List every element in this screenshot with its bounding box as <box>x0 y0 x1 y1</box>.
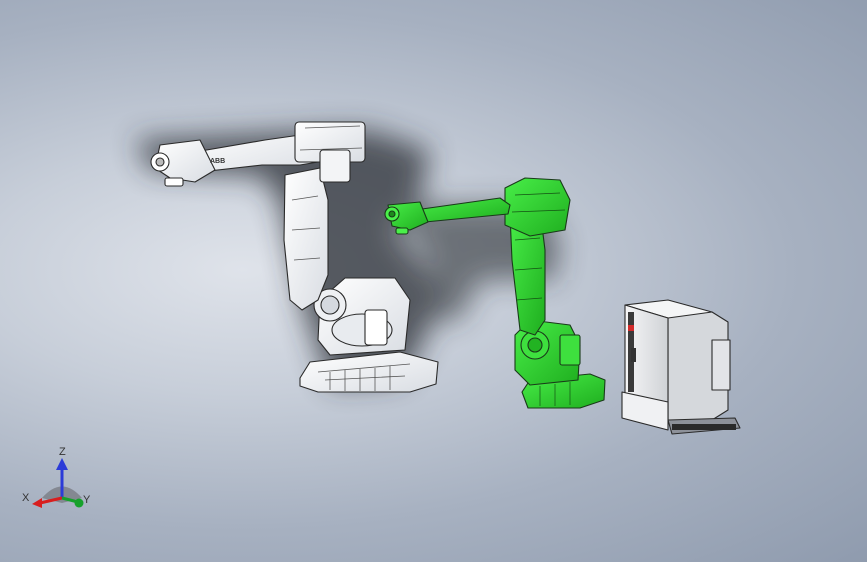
orientation-triad: Z X Y <box>22 446 91 508</box>
controller-cabinet[interactable] <box>621 299 741 435</box>
x-axis-label: X <box>22 492 30 504</box>
z-axis-label: Z <box>59 446 66 458</box>
graphics-viewport[interactable]: ABB Z X Y <box>0 0 867 562</box>
scene-canvas[interactable]: ABB Z X Y <box>0 0 867 562</box>
cabinet-handle[interactable] <box>631 348 636 362</box>
green-robot-upper-housing <box>504 177 571 237</box>
cabinet-emergency-button[interactable] <box>628 325 634 331</box>
x-axis-arrow-icon <box>32 498 42 508</box>
y-axis-label: Y <box>83 494 91 506</box>
z-axis-arrow-icon <box>56 458 68 470</box>
white-robot-logo: ABB <box>210 158 225 165</box>
white-robot-lower-arm <box>283 167 329 311</box>
